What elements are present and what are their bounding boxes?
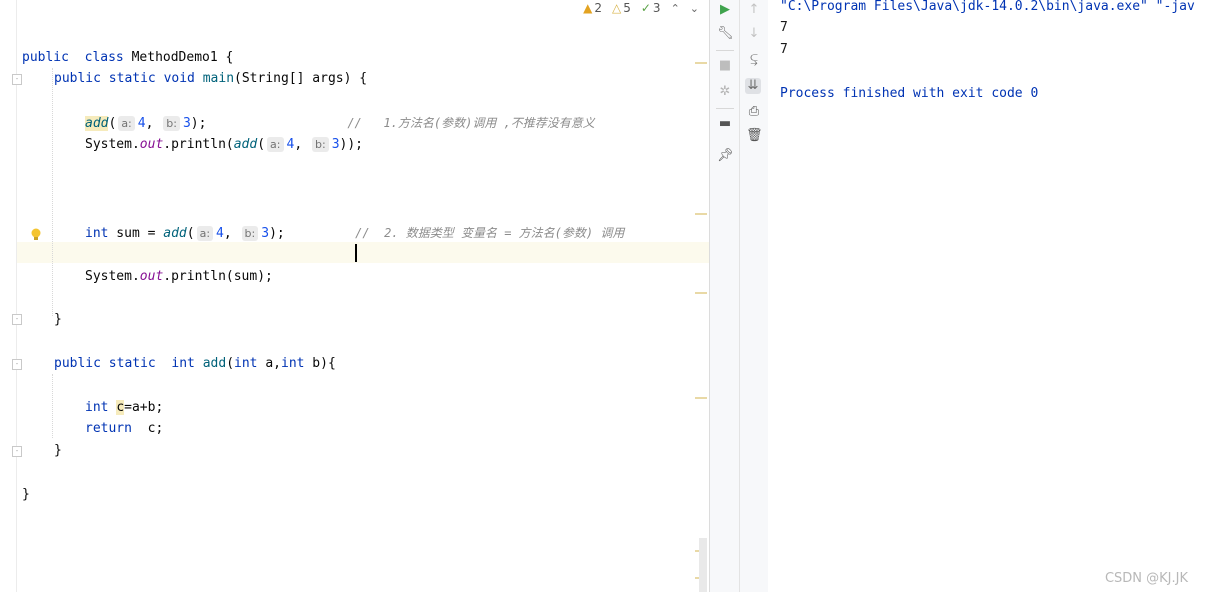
code-line: return c; [85, 421, 164, 436]
warning-icon: ▲ [583, 1, 593, 15]
code-editor[interactable]: ▲ 2 △ 5 ✓ 3 ⌃ ⌄ - - - - public class Met… [0, 0, 709, 592]
trash-icon[interactable]: 🗑︎ [746, 128, 763, 144]
pin-icon[interactable]: 📌︎ [717, 148, 734, 164]
code-line: public class MethodDemo1 { [22, 50, 234, 65]
code-line: System.out.println(add(a: 4, b: 3)); [85, 137, 363, 152]
code-line: System.out.println(sum); [85, 269, 273, 284]
console-exit-message: Process finished with exit code 0 [780, 86, 1039, 101]
arrow-up-icon[interactable]: ↑ [746, 2, 762, 18]
error-stripe-mark[interactable] [695, 213, 707, 215]
watermark: CSDN @KJ.JK [1104, 571, 1188, 586]
layout-icon[interactable]: ▬ [717, 116, 733, 132]
console-output-line: 7 [780, 20, 788, 35]
warnings-count: 2 [594, 1, 602, 15]
run-console[interactable]: "C:\Program Files\Java\jdk-14.0.2\bin\ja… [768, 0, 1212, 592]
code-line: } [22, 487, 30, 502]
bug-icon[interactable]: ✲ [717, 84, 733, 100]
code-line: public static void main(String[] args) { [54, 71, 368, 86]
run-icon[interactable]: ▶ [717, 2, 733, 18]
stop-icon[interactable]: ■ [717, 58, 733, 74]
editor-gutter [0, 0, 17, 592]
weak-warnings-indicator[interactable]: △ 5 [612, 1, 631, 15]
typos-indicator[interactable]: ✓ 3 [641, 1, 661, 15]
code-line: public static int add(int a,int b){ [54, 356, 336, 371]
lightbulb-icon[interactable] [31, 228, 41, 241]
inspection-widget[interactable]: ▲ 2 △ 5 ✓ 3 ⌃ ⌄ [583, 0, 699, 16]
code-line: } [54, 312, 62, 327]
typos-count: 3 [652, 1, 661, 15]
code-line: } [54, 443, 62, 458]
console-output-line: 7 [780, 42, 788, 57]
editor-scrollbar[interactable] [695, 0, 709, 592]
error-stripe-mark[interactable] [695, 397, 707, 399]
previous-highlight-icon[interactable]: ⌃ [671, 2, 680, 15]
weak-warnings-count: 5 [623, 1, 631, 15]
indent-guide [52, 68, 53, 316]
print-icon[interactable]: ⎙ [746, 104, 762, 120]
wrench-icon[interactable]: 🔧︎ [717, 26, 734, 42]
typo-check-icon: ✓ [640, 1, 651, 15]
current-line-highlight [17, 242, 709, 263]
arrow-down-icon[interactable]: ↓ [746, 26, 762, 42]
fold-marker[interactable]: - [12, 314, 22, 325]
code-line: int sum = add(a: 4, b: 3); // 2. 数据类型 变量名 … [85, 226, 625, 241]
error-stripe-mark[interactable] [695, 62, 707, 64]
scroll-to-end-icon[interactable]: ⇊ [745, 78, 761, 94]
text-caret [355, 244, 357, 262]
run-toolbar: ▶ 🔧︎ ■ ✲ ▬ 📌︎ [709, 0, 740, 592]
toolbar-separator [716, 50, 734, 51]
fold-marker[interactable]: - [12, 359, 22, 370]
console-command-line: "C:\Program Files\Java\jdk-14.0.2\bin\ja… [780, 0, 1195, 14]
weak-warning-icon: △ [611, 1, 622, 15]
console-toolbar: ↑ ↓ ⥹ ⇊ ⎙ 🗑︎ [739, 0, 769, 592]
code-line: int c=a+b; [85, 400, 164, 415]
error-stripe-mark[interactable] [695, 292, 707, 294]
warnings-indicator[interactable]: ▲ 2 [583, 1, 602, 15]
scrollbar-thumb[interactable] [699, 538, 707, 592]
soft-wrap-icon[interactable]: ⥹ [746, 52, 762, 68]
indent-guide [52, 374, 53, 438]
toolbar-separator [716, 108, 734, 109]
fold-marker[interactable]: - [12, 74, 22, 85]
code-line: add(a: 4, b: 3); // 1.方法名(参数)调用 ,不推荐没有意义 [85, 116, 595, 131]
fold-marker[interactable]: - [12, 446, 22, 457]
